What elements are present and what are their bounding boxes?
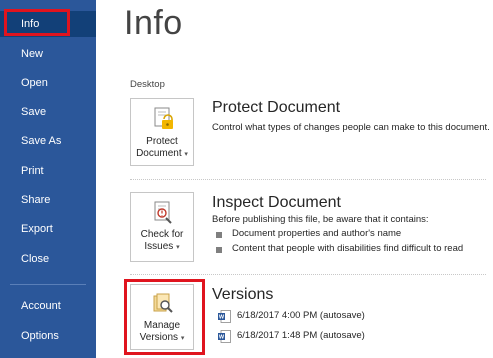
dropdown-caret-icon: ▾ [184, 151, 188, 158]
backstage-sidebar: Info New Open Save Save As Print Share E… [0, 0, 96, 358]
nav-item-open[interactable]: Open [0, 70, 96, 96]
check-for-issues-button[interactable]: Check for Issues ▾ [130, 192, 194, 262]
section-divider [130, 179, 486, 180]
word-document-icon: W [218, 330, 231, 343]
protect-button-label-line1: Protect [146, 136, 178, 147]
sidebar-divider [10, 284, 86, 285]
protect-document-title: Protect Document [212, 99, 341, 116]
info-highlight-box [4, 9, 70, 36]
nav-item-export[interactable]: Export [0, 216, 96, 242]
svg-text:W: W [219, 315, 225, 321]
inspect-bullet-1: Document properties and author's name [232, 228, 402, 239]
check-issues-label-line1: Check for [140, 229, 184, 240]
protect-document-description: Control what types of changes people can… [212, 122, 490, 133]
nav-item-print[interactable]: Print [0, 158, 96, 184]
version-entry-1[interactable]: 6/18/2017 4:00 PM (autosave) [237, 310, 365, 321]
nav-item-share[interactable]: Share [0, 187, 96, 213]
nav-item-close[interactable]: Close [0, 246, 96, 272]
dropdown-caret-icon: ▾ [176, 244, 180, 251]
nav-item-save[interactable]: Save [0, 99, 96, 125]
bullet-icon [216, 232, 222, 238]
inspect-document-icon [154, 201, 172, 224]
svg-text:W: W [219, 335, 225, 341]
check-issues-label-line2: Issues ▾ [131, 241, 193, 254]
bullet-icon [216, 247, 222, 253]
inspect-bullet-2: Content that people with disabilities fi… [232, 243, 464, 254]
check-issues-label-text: Issues [144, 241, 174, 252]
inspect-document-description: Before publishing this file, be aware th… [212, 214, 429, 225]
page-title: Info [124, 4, 183, 42]
word-document-icon: W [218, 310, 231, 323]
nav-item-options[interactable]: Options [0, 323, 96, 349]
lock-icon [154, 107, 173, 129]
nav-item-account[interactable]: Account [0, 293, 96, 319]
document-location: Desktop [130, 79, 165, 90]
version-entry-2[interactable]: 6/18/2017 1:48 PM (autosave) [237, 330, 365, 341]
protect-document-button[interactable]: Protect Document ▾ [130, 98, 194, 166]
inspect-document-title: Inspect Document [212, 194, 341, 211]
protect-button-label-line2: Document ▾ [131, 148, 193, 161]
nav-item-save-as[interactable]: Save As [0, 128, 96, 154]
versions-title: Versions [212, 286, 274, 303]
protect-button-label-text: Document [136, 148, 182, 159]
nav-item-new[interactable]: New [0, 41, 96, 67]
versions-highlight-box [124, 279, 205, 355]
section-divider [130, 274, 486, 275]
